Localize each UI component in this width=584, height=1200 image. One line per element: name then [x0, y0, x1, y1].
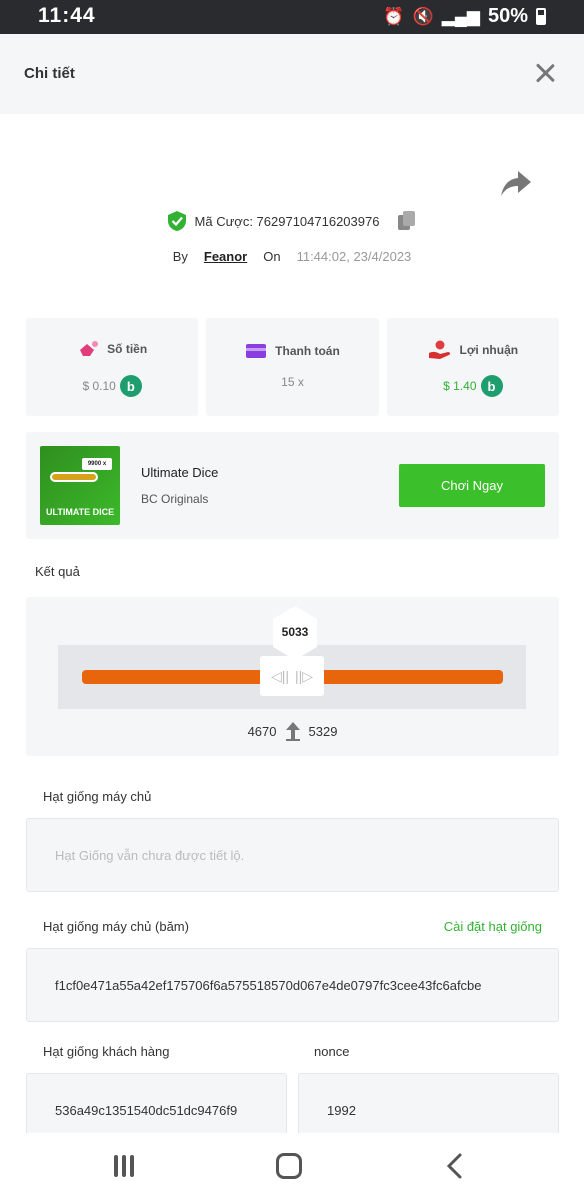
thumb-tag: 9900 x — [82, 458, 112, 470]
chevron-left-icon: ◁|| — [270, 667, 289, 684]
battery-percent: 50% — [487, 5, 528, 27]
server-seed-hash-value: f1cf0e471a55a42ef175706f6a575518570d067e… — [55, 977, 482, 993]
bet-user-link[interactable]: Feanor — [204, 249, 247, 264]
share-icon[interactable] — [500, 168, 532, 198]
system-nav-bar — [0, 1133, 584, 1200]
status-bar: 11:44 ⏰ 🔇 ▂▄▆ 50% — [0, 0, 584, 34]
chevron-right-icon: ||▷ — [295, 667, 314, 684]
server-seed-field: Hạt Giống vẫn chưa được tiết lộ. — [26, 818, 559, 892]
bc-coin-icon: b — [119, 375, 142, 397]
status-icons: ⏰ 🔇 ▂▄▆ 50% — [383, 5, 546, 28]
bet-id-row: Mã Cược: 76297104716203976 — [0, 210, 584, 232]
stat-profit-label: Lợi nhuận — [459, 343, 519, 357]
close-icon[interactable] — [534, 62, 556, 84]
stat-payout-label: Thanh toán — [275, 344, 340, 358]
stat-amount-label: Số tiền — [107, 342, 148, 356]
stat-amount: Số tiền $ 0.10 b — [26, 318, 199, 416]
game-card: 9900 x ULTIMATE DICE Ultimate Dice BC Or… — [26, 432, 559, 539]
stats-row: Số tiền $ 0.10 b Thanh toán 15 x Lợi nhu… — [26, 318, 559, 416]
stat-amount-value: $ 0.10 — [82, 379, 116, 393]
server-seed-label: Hạt giống máy chủ — [43, 789, 152, 804]
home-icon[interactable] — [276, 1153, 302, 1179]
result-card: ◁|| ||▷ 5033 4670 5329 — [26, 597, 559, 756]
slider-handle: ◁|| ||▷ — [260, 656, 324, 696]
seed-settings-link[interactable]: Cài đặt hạt giống — [444, 919, 542, 934]
recent-apps-icon[interactable] — [114, 1155, 134, 1177]
range-high: 5329 — [308, 723, 338, 739]
bc-coin-icon: b — [480, 375, 503, 397]
mute-icon: 🔇 — [412, 6, 434, 26]
bet-id: Mã Cược: 76297104716203976 — [194, 213, 380, 229]
stat-payout-value: 15 x — [281, 375, 304, 389]
bet-meta: By Feanor On 11:44:02, 23/4/2023 — [0, 249, 584, 264]
arrow-up-icon — [285, 722, 300, 741]
range-low: 4670 — [247, 723, 277, 739]
result-label: Kết quả — [35, 564, 80, 579]
page-title: Chi tiết — [24, 65, 75, 82]
by-label: By — [172, 249, 188, 264]
status-time: 11:44 — [38, 4, 96, 27]
server-seed-placeholder: Hạt Giống vẫn chưa được tiết lộ. — [55, 847, 245, 863]
on-label: On — [263, 249, 281, 264]
profit-hand-icon — [428, 340, 450, 359]
game-name: Ultimate Dice — [141, 465, 219, 480]
result-range: 4670 5329 — [26, 721, 559, 741]
client-seed-value: 536a49c1351540dc51dc9476f9 — [55, 1102, 238, 1118]
game-thumbnail[interactable]: 9900 x ULTIMATE DICE — [40, 446, 120, 525]
back-icon[interactable] — [444, 1153, 464, 1179]
stat-payout: Thanh toán 15 x — [206, 318, 379, 416]
money-icon — [80, 341, 99, 356]
thumb-slider-graphic — [50, 472, 98, 482]
stat-profit: Lợi nhuận $ 1.40 b — [386, 318, 559, 416]
server-seed-hash-field: f1cf0e471a55a42ef175706f6a575518570d067e… — [26, 948, 559, 1022]
play-now-button[interactable]: Chơi Ngay — [399, 464, 545, 507]
nonce-value: 1992 — [327, 1102, 356, 1118]
thumb-title: ULTIMATE DICE — [46, 507, 115, 517]
copy-icon[interactable] — [397, 210, 417, 232]
game-provider: BC Originals — [141, 492, 209, 506]
nonce-label: nonce — [314, 1044, 350, 1059]
alarm-icon: ⏰ — [383, 6, 405, 26]
result-value: 5033 — [281, 625, 309, 639]
shield-check-icon — [167, 211, 186, 231]
battery-icon — [536, 8, 546, 25]
card-icon — [246, 344, 267, 358]
server-seed-hash-label: Hạt giống máy chủ (băm) — [43, 919, 189, 934]
client-seed-label: Hạt giống khách hàng — [43, 1044, 170, 1059]
header: Chi tiết — [0, 34, 584, 114]
bet-datetime: 11:44:02, 23/4/2023 — [296, 249, 412, 264]
signal-icon: ▂▄▆ — [441, 6, 480, 26]
stat-profit-value: $ 1.40 — [443, 379, 477, 393]
